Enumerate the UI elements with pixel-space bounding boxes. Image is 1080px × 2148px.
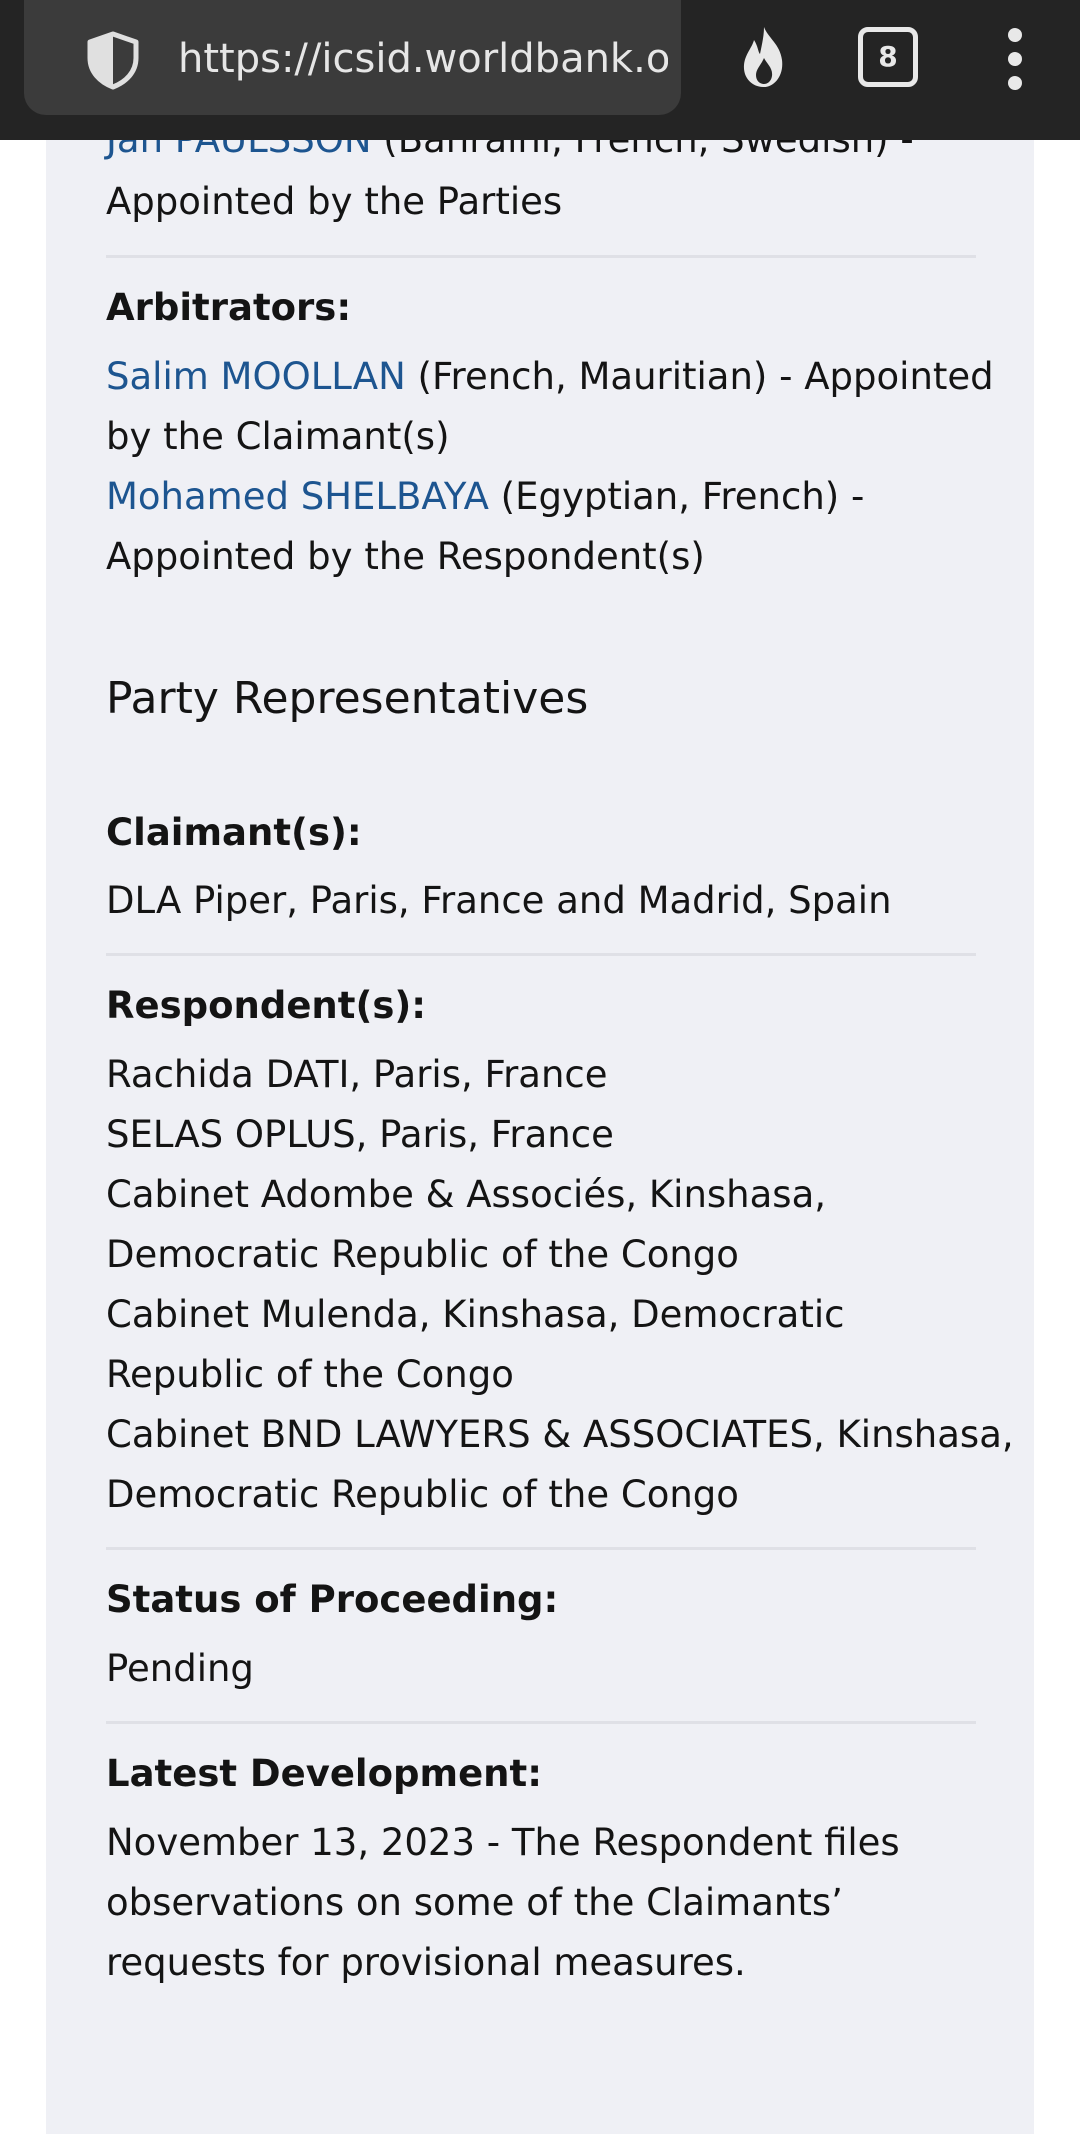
arbitrator-1-appointed: by the Claimant(s) [106, 415, 450, 458]
url-text[interactable]: https://icsid.worldbank.org [178, 28, 668, 90]
respondent-line: SELAS OPLUS, Paris, France [106, 1113, 614, 1156]
divider [106, 1547, 976, 1550]
respondent-line: Cabinet BND LAWYERS & ASSOCIATES, Kinsha… [106, 1413, 1014, 1456]
tabs-icon[interactable]: 8 [858, 27, 918, 87]
arbitrator-1-line: Salim MOOLLAN (French, Mauritian) - Appo… [106, 347, 994, 407]
address-bar[interactable]: https://icsid.worldbank.org [24, 0, 681, 115]
respondent-line: Cabinet Adombe & Associés, Kinshasa, [106, 1173, 827, 1216]
shield-icon[interactable] [80, 30, 146, 90]
arbitrator-1-link[interactable]: Salim MOOLLAN [106, 355, 406, 398]
arbitrator-2-detail: (Egyptian, French) - [488, 475, 865, 518]
fire-icon[interactable] [734, 24, 794, 90]
claimant-line: DLA Piper, Paris, France and Madrid, Spa… [106, 879, 892, 922]
party-representatives-heading: Party Representatives [106, 673, 589, 724]
status-value: Pending [106, 1647, 254, 1690]
latest-development-line: observations on some of the Claimants’ [106, 1881, 843, 1924]
latest-development-label: Latest Development: [106, 1752, 542, 1795]
respondent-line: Rachida DATI, Paris, France [106, 1053, 608, 1096]
respondent-label: Respondent(s): [106, 984, 427, 1027]
overflow-menu-icon[interactable] [1000, 24, 1030, 94]
respondent-line: Cabinet Mulenda, Kinshasa, Democratic [106, 1293, 845, 1336]
respondent-line: Democratic Republic of the Congo [106, 1233, 739, 1276]
president-appointed: Appointed by the Parties [106, 180, 563, 223]
arbitrator-1-detail: (French, Mauritian) - Appointed [405, 355, 994, 398]
respondent-line: Republic of the Congo [106, 1353, 514, 1396]
browser-toolbar: https://icsid.worldbank.org 8 [0, 0, 1080, 140]
latest-development-line: requests for provisional measures. [106, 1941, 746, 1984]
arbitrators-label: Arbitrators: [106, 286, 352, 329]
arbitrator-2-appointed: Appointed by the Respondent(s) [106, 535, 705, 578]
divider [106, 255, 976, 258]
arbitrator-2-line: Mohamed SHELBAYA (Egyptian, French) - [106, 467, 864, 527]
respondent-line: Democratic Republic of the Congo [106, 1473, 739, 1516]
arbitrator-2-link[interactable]: Mohamed SHELBAYA [106, 475, 489, 518]
status-label: Status of Proceeding: [106, 1578, 559, 1621]
latest-development-line: November 13, 2023 - The Respondent files [106, 1821, 900, 1864]
divider [106, 1721, 976, 1724]
divider [106, 953, 976, 956]
claimant-label: Claimant(s): [106, 811, 362, 854]
